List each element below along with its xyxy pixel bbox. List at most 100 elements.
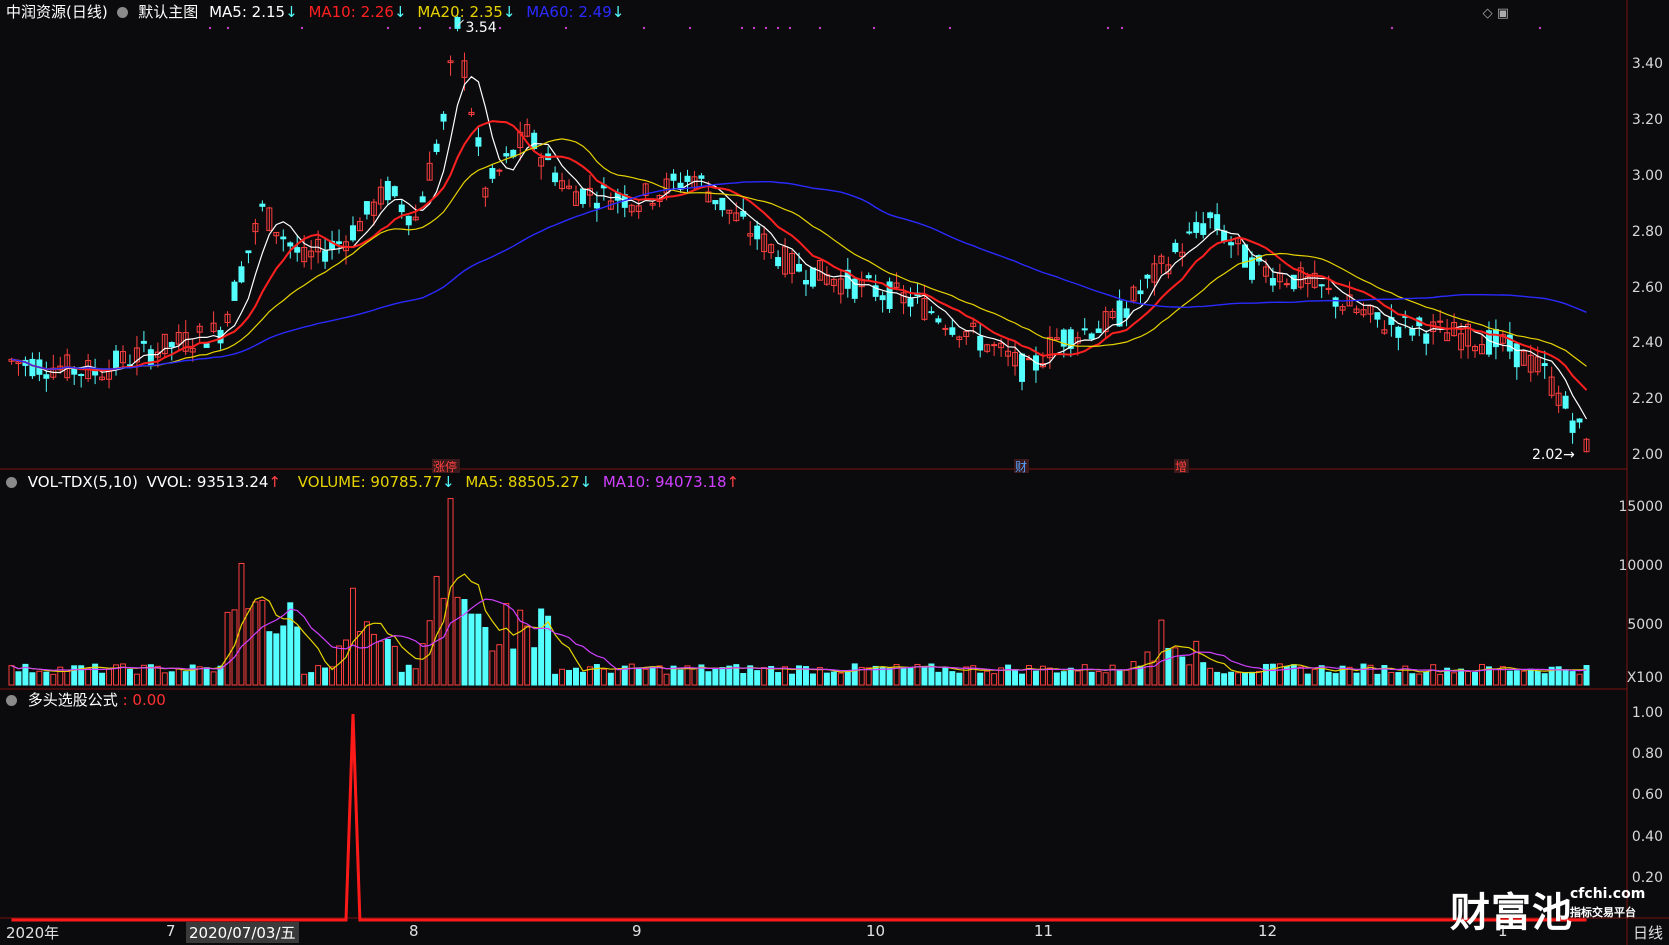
volume-bar[interactable] <box>273 633 280 686</box>
volume-bar[interactable] <box>308 672 315 686</box>
volume-bar[interactable] <box>1472 671 1478 686</box>
candle[interactable] <box>1130 284 1137 304</box>
volume-bar[interactable] <box>1109 664 1116 686</box>
candle[interactable] <box>1249 251 1255 284</box>
volume-bar[interactable] <box>1430 664 1437 686</box>
candle[interactable] <box>879 291 886 313</box>
volume-bar[interactable] <box>1527 668 1534 686</box>
volume-bar[interactable] <box>1074 670 1081 686</box>
candle[interactable] <box>1053 328 1060 341</box>
settings-dot-icon[interactable] <box>6 477 17 488</box>
candle[interactable] <box>43 361 50 392</box>
candle[interactable] <box>22 356 29 377</box>
candle[interactable] <box>935 315 942 325</box>
candle[interactable] <box>1276 263 1283 290</box>
volume-bar[interactable] <box>1102 672 1109 686</box>
volume-bar[interactable] <box>1060 671 1067 686</box>
volume-bar[interactable] <box>1353 672 1360 686</box>
candle[interactable] <box>259 200 266 212</box>
volume-bar[interactable] <box>900 668 907 686</box>
candle[interactable] <box>1172 239 1179 254</box>
volume-bar[interactable] <box>1165 647 1172 686</box>
volume-bar[interactable] <box>510 648 517 686</box>
volume-bar[interactable] <box>126 668 133 686</box>
candle[interactable] <box>64 348 71 381</box>
volume-bar[interactable] <box>1451 672 1458 686</box>
volume-bar[interactable] <box>1019 673 1025 686</box>
candle[interactable] <box>628 203 635 217</box>
volume-bar[interactable] <box>496 644 503 686</box>
volume-bar[interactable] <box>1088 671 1095 686</box>
volume-bar[interactable] <box>1123 669 1130 686</box>
volume-bar[interactable] <box>1179 656 1186 686</box>
volume-bar[interactable] <box>266 631 273 686</box>
volume-bar[interactable] <box>635 667 642 686</box>
volume-bar[interactable] <box>1395 672 1402 686</box>
volume-bar[interactable] <box>614 668 621 686</box>
volume-bar[interactable] <box>1221 673 1228 686</box>
settings-dot-icon[interactable] <box>6 695 17 706</box>
volume-bar[interactable] <box>579 671 586 686</box>
candle[interactable] <box>977 323 984 358</box>
volume-bar[interactable] <box>161 672 168 686</box>
volume-bar[interactable] <box>370 633 377 686</box>
volume-bar[interactable] <box>1506 670 1513 686</box>
volume-bar[interactable] <box>886 667 893 686</box>
volume-bar[interactable] <box>356 631 363 686</box>
candle[interactable] <box>475 126 482 157</box>
volume-bar[interactable] <box>677 669 684 686</box>
volume-bar[interactable] <box>1423 671 1430 686</box>
candle[interactable] <box>419 191 426 203</box>
candle[interactable] <box>1283 278 1290 288</box>
candle[interactable] <box>168 341 175 361</box>
candle[interactable] <box>1339 303 1346 315</box>
volume-bar[interactable] <box>1012 669 1019 686</box>
volume-bar[interactable] <box>1032 670 1039 686</box>
candle[interactable] <box>496 168 503 176</box>
volume-bar[interactable] <box>447 498 454 686</box>
volume-bar[interactable] <box>1478 663 1485 686</box>
volume-bar[interactable] <box>865 667 872 686</box>
indicator-title[interactable]: 多头选股公式 <box>28 691 118 709</box>
candle[interactable] <box>670 169 677 191</box>
volume-bar[interactable] <box>1249 671 1255 686</box>
volume-bar[interactable] <box>363 621 370 686</box>
candle[interactable] <box>433 139 440 155</box>
candle[interactable] <box>120 345 126 369</box>
volume-bar[interactable] <box>1242 671 1249 686</box>
candle[interactable] <box>719 197 726 217</box>
template-name[interactable]: 默认主图 <box>138 3 198 21</box>
candle[interactable] <box>1186 222 1193 235</box>
candle[interactable] <box>1395 325 1402 351</box>
candle[interactable] <box>391 185 398 199</box>
volume-bar[interactable] <box>844 671 851 686</box>
candle[interactable] <box>712 200 719 210</box>
volume-bar[interactable] <box>754 670 761 686</box>
candle[interactable] <box>1527 344 1534 382</box>
volume-bar[interactable] <box>538 608 545 686</box>
volume-bar[interactable] <box>775 672 782 686</box>
candle[interactable] <box>1151 254 1158 296</box>
candle[interactable] <box>363 201 370 220</box>
volume-bar[interactable] <box>600 668 607 686</box>
volume-bar[interactable] <box>43 671 50 686</box>
volume-bar[interactable] <box>545 615 552 686</box>
candle[interactable] <box>329 230 336 260</box>
volume-bar[interactable] <box>1081 664 1088 686</box>
candle[interactable] <box>809 267 816 289</box>
candle[interactable] <box>1346 281 1353 307</box>
candle[interactable] <box>238 261 245 284</box>
volume-bar[interactable] <box>656 665 663 686</box>
candle[interactable] <box>928 306 935 315</box>
candle[interactable] <box>196 323 203 344</box>
candle[interactable] <box>161 333 168 359</box>
volume-bar[interactable] <box>607 672 614 686</box>
volume-bar[interactable] <box>991 673 998 686</box>
volume-bar[interactable] <box>384 639 391 686</box>
candle[interactable] <box>684 169 691 194</box>
volume-bar[interactable] <box>1235 672 1242 686</box>
candle[interactable] <box>356 217 363 232</box>
candle[interactable] <box>266 206 273 232</box>
diamond-icon[interactable]: ◇ <box>1483 6 1493 21</box>
volume-bar[interactable] <box>294 626 301 686</box>
